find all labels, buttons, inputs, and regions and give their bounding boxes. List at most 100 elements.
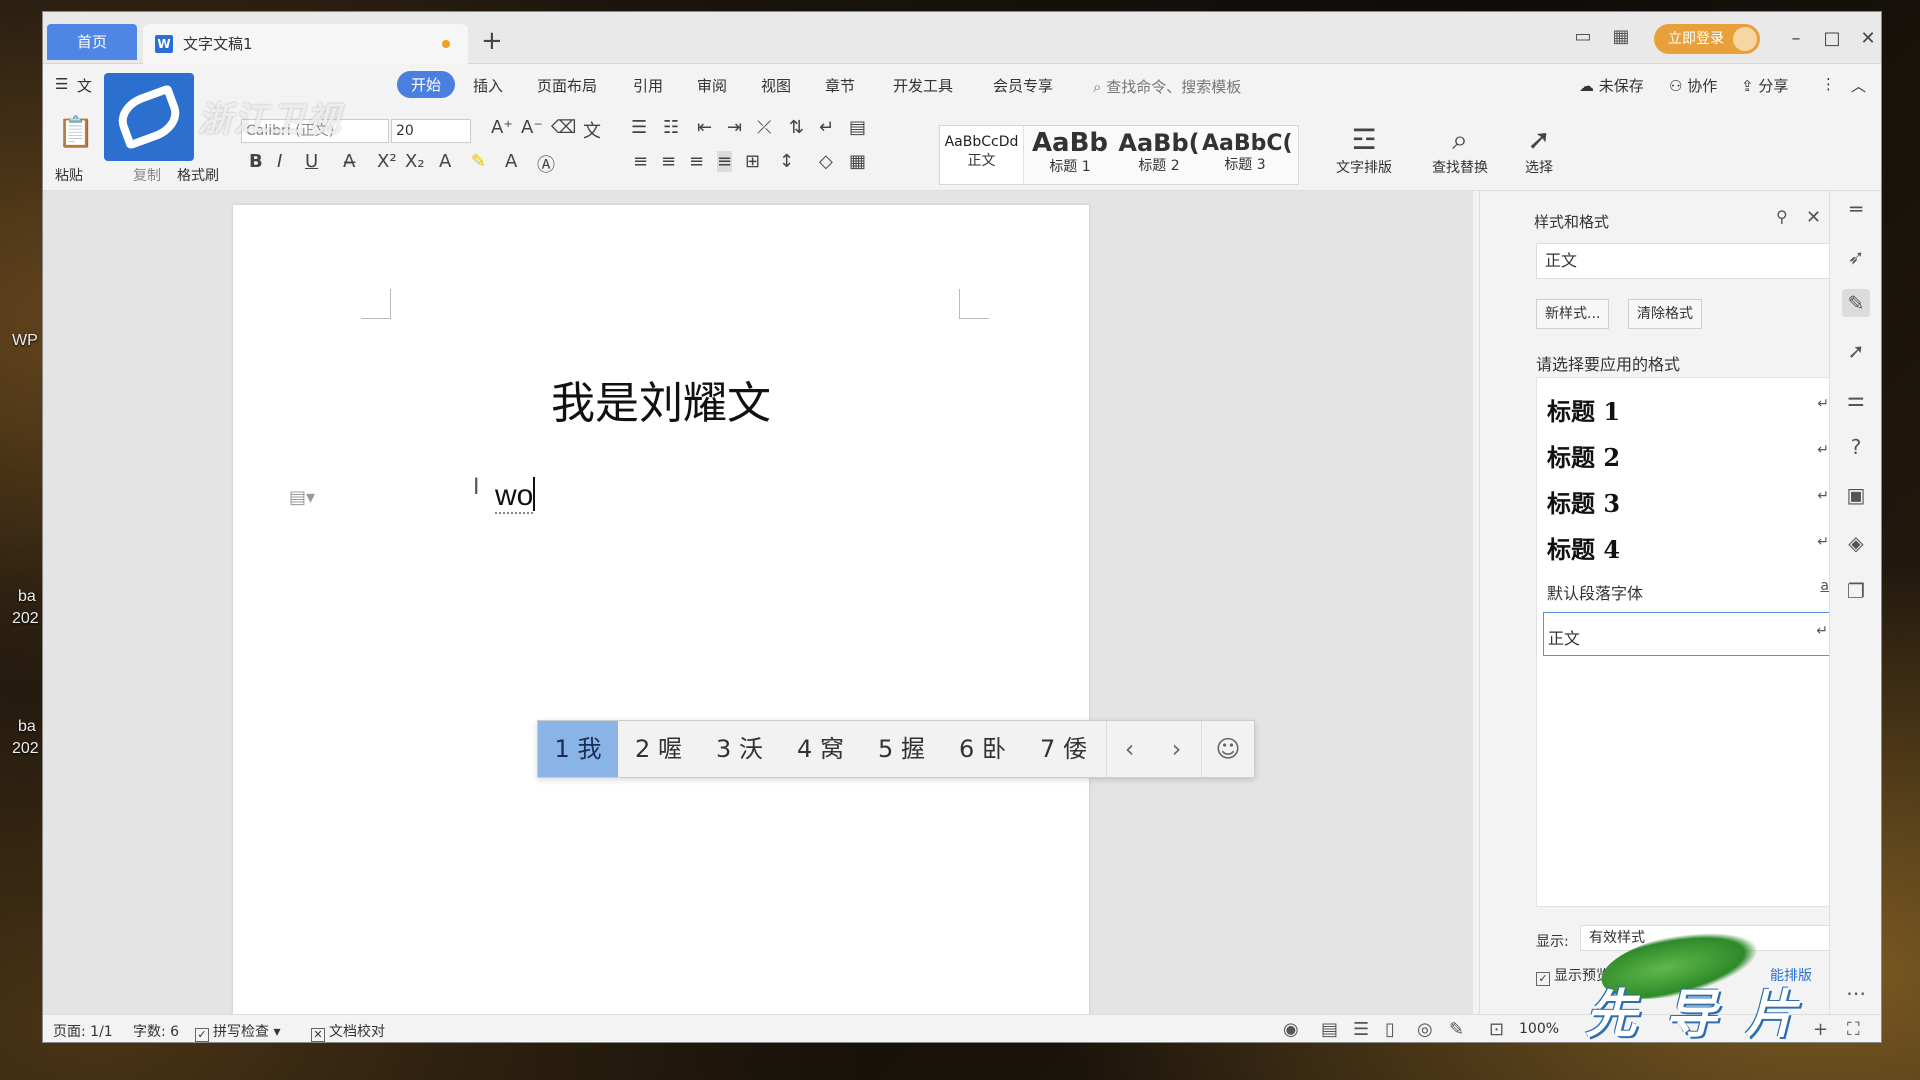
web-view-icon[interactable]: ◎ bbox=[1417, 1019, 1433, 1040]
style-heading-3[interactable]: AaBbC( 标题 3 bbox=[1202, 126, 1293, 184]
style-item-heading-3[interactable]: 标题 3 ↵ bbox=[1543, 478, 1843, 518]
close-pane-icon[interactable]: ✕ bbox=[1806, 207, 1821, 228]
subscript-icon[interactable]: X₂ bbox=[405, 151, 425, 172]
eye-protect-icon[interactable]: ◉ bbox=[1283, 1019, 1299, 1040]
select-pointer-icon[interactable]: ➚ bbox=[1842, 337, 1870, 365]
paste-button[interactable]: 粘贴 bbox=[55, 165, 83, 185]
image-icon[interactable]: ▣ bbox=[1842, 481, 1870, 509]
distribute-icon[interactable]: ⊞ bbox=[745, 151, 760, 172]
styles-pane-title[interactable]: 样式和格式 bbox=[1534, 211, 1609, 232]
emoji-icon[interactable]: ☺ bbox=[1202, 721, 1254, 777]
tab-page-layout[interactable]: 页面布局 bbox=[537, 75, 597, 96]
superscript-icon[interactable]: X² bbox=[377, 151, 397, 172]
login-button[interactable]: 立即登录 bbox=[1654, 24, 1760, 54]
adjust-sliders-icon[interactable]: ⚌ bbox=[1842, 385, 1870, 413]
paragraph-handle-icon[interactable]: ▤▾ bbox=[289, 487, 315, 508]
grid-apps-icon[interactable]: ▦ bbox=[1609, 26, 1633, 48]
style-heading-1[interactable]: AaBb 标题 1 bbox=[1026, 126, 1114, 184]
style-item-heading-4[interactable]: 标题 4 ↵ bbox=[1543, 524, 1843, 564]
close-icon[interactable]: ✕ bbox=[1853, 24, 1881, 54]
ime-candidate[interactable]: 7 倭 bbox=[1023, 721, 1104, 777]
grow-font-icon[interactable]: A⁺ bbox=[491, 117, 513, 138]
paragraph-mark-icon[interactable]: ↵ bbox=[819, 117, 834, 138]
ime-candidate[interactable]: 2 喔 bbox=[618, 721, 699, 777]
borders-icon[interactable]: ▦ bbox=[849, 151, 866, 172]
underline-icon[interactable]: U bbox=[305, 151, 318, 172]
fit-page-icon[interactable]: ⊡ bbox=[1489, 1019, 1504, 1040]
style-item-normal[interactable]: 正文 ↵ bbox=[1543, 612, 1843, 656]
highlight-icon[interactable]: ✎ bbox=[471, 151, 486, 172]
tab-home[interactable]: 首页 bbox=[47, 24, 137, 60]
find-replace-button[interactable]: ⌕ 查找替换 bbox=[1415, 123, 1505, 177]
document-page[interactable]: 我是刘耀文 ▤▾ I wo bbox=[233, 205, 1089, 1042]
document-title-text[interactable]: 我是刘耀文 bbox=[233, 367, 1089, 431]
shading-icon[interactable]: ◇ bbox=[819, 151, 833, 172]
phonetic-icon[interactable]: 文 bbox=[583, 117, 601, 143]
strikethrough-icon[interactable]: A̶ bbox=[343, 151, 355, 172]
location-icon[interactable]: ◈ bbox=[1842, 529, 1870, 557]
bullet-list-icon[interactable]: ☰ bbox=[631, 117, 647, 138]
more-options-icon[interactable]: ⋯ bbox=[1842, 979, 1870, 1007]
tab-developer[interactable]: 开发工具 bbox=[893, 75, 953, 96]
format-painter-button[interactable]: 格式刷 bbox=[177, 165, 219, 185]
style-item-heading-1[interactable]: 标题 1 ↵ bbox=[1543, 386, 1843, 426]
ime-prev-icon[interactable]: ‹ bbox=[1106, 721, 1152, 777]
more-icon[interactable]: ⋮ bbox=[1821, 75, 1836, 93]
style-item-heading-2[interactable]: 标题 2 ↵ bbox=[1543, 432, 1843, 472]
hamburger-menu-icon[interactable]: ☰ bbox=[55, 75, 68, 93]
unsaved-button[interactable]: ☁ 未保存 bbox=[1579, 75, 1644, 96]
style-pen-icon[interactable]: ✎ bbox=[1842, 289, 1870, 317]
book-icon[interactable]: ❐ bbox=[1842, 577, 1870, 605]
new-tab-button[interactable]: + bbox=[481, 26, 503, 56]
tab-start[interactable]: 开始 bbox=[397, 71, 456, 98]
ime-candidate[interactable]: 4 窝 bbox=[780, 721, 861, 777]
tab-insert[interactable]: 插入 bbox=[473, 75, 503, 96]
decrease-indent-icon[interactable]: ⇤ bbox=[697, 117, 712, 138]
tab-member[interactable]: 会员专享 bbox=[993, 75, 1053, 96]
ime-next-icon[interactable]: › bbox=[1152, 721, 1202, 777]
text-layout-button[interactable]: ☲ 文字排版 bbox=[1319, 123, 1409, 177]
align-right-icon[interactable]: ≡ bbox=[689, 151, 704, 172]
composition-text[interactable]: wo bbox=[495, 477, 536, 514]
justify-icon[interactable]: ≡ bbox=[717, 151, 733, 172]
align-center-icon[interactable]: ≡ bbox=[661, 151, 676, 172]
char-border-icon[interactable]: Ⓐ bbox=[537, 151, 555, 177]
rail-collapse-icon[interactable]: ═ bbox=[1842, 195, 1870, 223]
clear-format-icon[interactable]: ⌫ bbox=[551, 117, 576, 138]
select-button[interactable]: ➚ 选择 bbox=[1509, 123, 1569, 177]
ime-candidate[interactable]: 1 我 bbox=[538, 721, 618, 777]
ime-candidate[interactable]: 3 沃 bbox=[699, 721, 780, 777]
doc-proof-button[interactable]: ✕ 文档校对 bbox=[311, 1021, 385, 1042]
pin-icon[interactable]: ⚲ bbox=[1776, 207, 1788, 226]
font-size-select[interactable]: 20 bbox=[391, 119, 471, 143]
style-normal[interactable]: AaBbCcDd 正文 bbox=[940, 126, 1024, 184]
text-effect-icon[interactable]: A bbox=[439, 151, 451, 172]
page-view-icon[interactable]: ▤ bbox=[1321, 1019, 1338, 1040]
tab-document[interactable]: W 文字文稿1 bbox=[143, 24, 468, 64]
file-menu[interactable]: 文 bbox=[77, 75, 92, 96]
italic-icon[interactable]: I bbox=[277, 151, 282, 172]
collapse-ribbon-icon[interactable]: ︿ bbox=[1851, 75, 1866, 96]
minimize-icon[interactable]: – bbox=[1781, 24, 1811, 54]
layout-toggle-icon[interactable]: ▭ bbox=[1571, 26, 1595, 48]
share-button[interactable]: ⇪ 分享 bbox=[1741, 75, 1788, 96]
numbered-list-icon[interactable]: ☷ bbox=[663, 117, 679, 138]
font-color-icon[interactable]: A bbox=[505, 151, 517, 172]
help-icon[interactable]: ? bbox=[1842, 433, 1870, 461]
collaborate-button[interactable]: ⚇ 协作 bbox=[1669, 75, 1717, 96]
shrink-font-icon[interactable]: A⁻ bbox=[521, 117, 543, 138]
chinese-layout-icon[interactable]: ⤫ bbox=[757, 117, 771, 138]
word-count[interactable]: 字数: 6 bbox=[133, 1021, 179, 1041]
clear-format-button[interactable]: 清除格式 bbox=[1628, 299, 1702, 329]
reading-view-icon[interactable]: ▯ bbox=[1385, 1019, 1395, 1040]
current-style-select[interactable]: 正文 ▼ bbox=[1536, 243, 1850, 279]
align-left-icon[interactable]: ≡ bbox=[633, 151, 648, 172]
style-item-default-font[interactable]: 默认段落字体 a bbox=[1543, 568, 1843, 608]
bold-icon[interactable]: B bbox=[249, 151, 263, 172]
document-area[interactable]: 我是刘耀文 ▤▾ I wo 1 我 2 喔 3 沃 4 窝 5 握 6 卧 7 … bbox=[43, 191, 1473, 1042]
zoom-level[interactable]: 100% bbox=[1519, 1021, 1559, 1037]
line-spacing-icon[interactable]: ↕ bbox=[779, 151, 794, 172]
copy-button[interactable]: 复制 bbox=[133, 165, 161, 185]
table-lines-icon[interactable]: ▤ bbox=[849, 117, 866, 138]
command-search[interactable]: ⌕ 查找命令、搜索模板 bbox=[1093, 76, 1241, 97]
